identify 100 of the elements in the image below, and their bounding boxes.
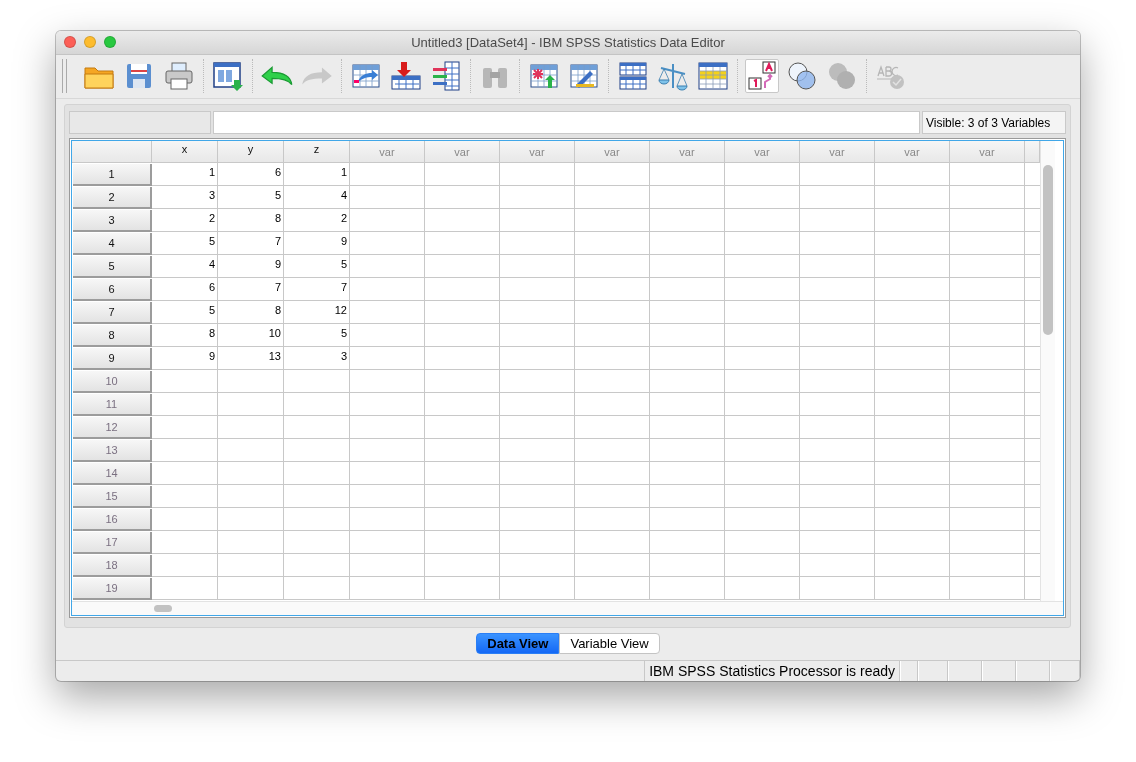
table-cell[interactable] bbox=[218, 485, 284, 509]
table-cell[interactable] bbox=[425, 577, 500, 601]
table-cell[interactable] bbox=[575, 508, 650, 532]
table-cell[interactable] bbox=[500, 531, 575, 555]
table-cell[interactable] bbox=[152, 370, 218, 394]
table-cell[interactable] bbox=[650, 554, 725, 578]
column-header[interactable]: z bbox=[284, 141, 350, 164]
table-cell[interactable] bbox=[218, 531, 284, 555]
table-cell[interactable] bbox=[575, 255, 650, 279]
table-cell[interactable] bbox=[950, 508, 1025, 532]
table-cell[interactable] bbox=[875, 416, 950, 440]
table-cell[interactable] bbox=[350, 508, 425, 532]
table-cell[interactable] bbox=[875, 577, 950, 601]
close-button[interactable] bbox=[64, 36, 76, 49]
table-cell[interactable] bbox=[800, 508, 875, 532]
table-cell[interactable] bbox=[575, 393, 650, 417]
table-cell[interactable] bbox=[500, 324, 575, 348]
table-cell[interactable] bbox=[650, 577, 725, 601]
table-cell[interactable] bbox=[425, 301, 500, 325]
table-cell[interactable] bbox=[284, 577, 350, 601]
table-cell[interactable] bbox=[800, 554, 875, 578]
table-cell[interactable] bbox=[950, 347, 1025, 371]
table-cell[interactable] bbox=[725, 324, 800, 348]
table-cell[interactable]: 9 bbox=[218, 255, 284, 279]
toolbar-button[interactable] bbox=[211, 59, 245, 94]
table-cell[interactable]: 8 bbox=[218, 301, 284, 325]
table-cell[interactable] bbox=[425, 163, 500, 187]
table-cell[interactable] bbox=[875, 255, 950, 279]
table-cell[interactable] bbox=[350, 462, 425, 486]
table-cell[interactable] bbox=[950, 577, 1025, 601]
table-cell[interactable] bbox=[725, 301, 800, 325]
table-cell[interactable] bbox=[875, 508, 950, 532]
table-cell[interactable] bbox=[500, 439, 575, 463]
table-cell[interactable] bbox=[218, 462, 284, 486]
table-cell[interactable] bbox=[800, 393, 875, 417]
table-cell[interactable] bbox=[425, 324, 500, 348]
table-cell[interactable] bbox=[575, 370, 650, 394]
row-header[interactable]: 18 bbox=[73, 555, 152, 578]
table-cell[interactable] bbox=[950, 278, 1025, 302]
table-cell[interactable] bbox=[950, 255, 1025, 279]
table-cell[interactable]: 6 bbox=[152, 278, 218, 302]
table-cell[interactable] bbox=[800, 301, 875, 325]
table-cell[interactable] bbox=[350, 577, 425, 601]
table-cell[interactable] bbox=[875, 163, 950, 187]
table-cell[interactable] bbox=[350, 554, 425, 578]
table-cell[interactable] bbox=[725, 577, 800, 601]
table-cell[interactable] bbox=[650, 508, 725, 532]
toolbar-button[interactable] bbox=[745, 59, 779, 94]
table-cell[interactable] bbox=[500, 163, 575, 187]
table-cell[interactable] bbox=[875, 439, 950, 463]
table-cell[interactable] bbox=[650, 462, 725, 486]
table-cell[interactable] bbox=[875, 393, 950, 417]
table-cell[interactable] bbox=[284, 508, 350, 532]
table-cell[interactable] bbox=[284, 462, 350, 486]
table-cell[interactable]: 1 bbox=[284, 163, 350, 187]
table-cell[interactable] bbox=[284, 393, 350, 417]
table-cell[interactable] bbox=[350, 347, 425, 371]
row-header[interactable]: 14 bbox=[73, 463, 152, 486]
table-cell[interactable] bbox=[800, 531, 875, 555]
table-cell[interactable]: 5 bbox=[284, 324, 350, 348]
table-cell[interactable] bbox=[575, 577, 650, 601]
table-cell[interactable] bbox=[650, 416, 725, 440]
table-cell[interactable] bbox=[350, 439, 425, 463]
table-cell[interactable] bbox=[725, 255, 800, 279]
row-header[interactable]: 7 bbox=[73, 302, 152, 325]
table-cell[interactable] bbox=[725, 347, 800, 371]
table-cell[interactable] bbox=[725, 416, 800, 440]
table-cell[interactable] bbox=[800, 485, 875, 509]
table-cell[interactable] bbox=[425, 186, 500, 210]
table-cell[interactable] bbox=[950, 416, 1025, 440]
table-cell[interactable]: 3 bbox=[152, 186, 218, 210]
horizontal-scrollbar[interactable] bbox=[154, 605, 172, 613]
table-cell[interactable] bbox=[650, 232, 725, 256]
table-cell[interactable]: 4 bbox=[284, 186, 350, 210]
table-cell[interactable] bbox=[800, 163, 875, 187]
table-cell[interactable] bbox=[575, 163, 650, 187]
table-cell[interactable]: 12 bbox=[284, 301, 350, 325]
table-cell[interactable] bbox=[218, 393, 284, 417]
table-cell[interactable] bbox=[875, 485, 950, 509]
table-cell[interactable] bbox=[284, 439, 350, 463]
table-cell[interactable] bbox=[218, 416, 284, 440]
table-cell[interactable] bbox=[284, 554, 350, 578]
table-cell[interactable] bbox=[650, 209, 725, 233]
table-cell[interactable] bbox=[800, 577, 875, 601]
table-cell[interactable] bbox=[650, 255, 725, 279]
row-header[interactable]: 4 bbox=[73, 233, 152, 256]
table-cell[interactable] bbox=[575, 209, 650, 233]
table-cell[interactable] bbox=[218, 370, 284, 394]
table-cell[interactable] bbox=[218, 577, 284, 601]
table-cell[interactable] bbox=[500, 508, 575, 532]
table-cell[interactable] bbox=[650, 186, 725, 210]
table-cell[interactable] bbox=[152, 393, 218, 417]
table-cell[interactable] bbox=[152, 416, 218, 440]
table-cell[interactable] bbox=[650, 370, 725, 394]
table-cell[interactable] bbox=[800, 370, 875, 394]
table-cell[interactable] bbox=[425, 554, 500, 578]
table-cell[interactable] bbox=[425, 462, 500, 486]
table-cell[interactable] bbox=[350, 163, 425, 187]
table-cell[interactable] bbox=[425, 255, 500, 279]
table-cell[interactable] bbox=[350, 370, 425, 394]
